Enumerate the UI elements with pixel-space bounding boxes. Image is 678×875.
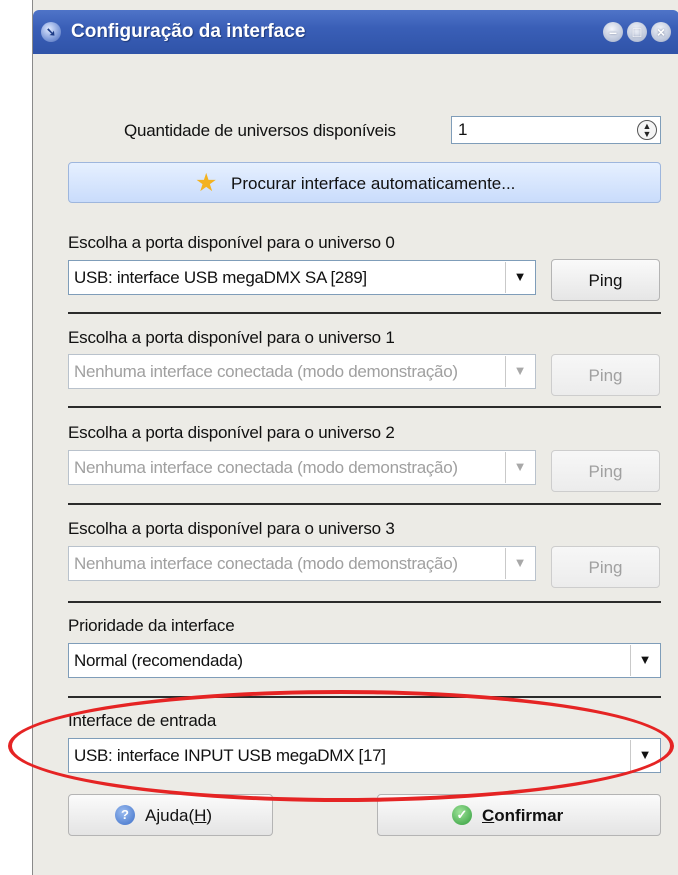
help-icon: ? bbox=[115, 805, 135, 825]
search-button-label: Procurar interface automaticamente... bbox=[231, 174, 516, 193]
port-label-universe-2: Escolha a porta disponível para o univer… bbox=[68, 423, 395, 442]
star-icon: ★ bbox=[195, 169, 218, 197]
universes-value[interactable]: 1 bbox=[458, 120, 467, 140]
universes-spinner[interactable]: 1 ▲ ▼ bbox=[451, 116, 661, 144]
chevron-down-icon[interactable]: ▼ bbox=[630, 740, 659, 771]
chevron-down-icon[interactable]: ▼ bbox=[630, 645, 659, 676]
input-select[interactable]: USB: interface INPUT USB megaDMX [17] ▼ bbox=[68, 738, 661, 773]
close-icon: × bbox=[656, 24, 666, 40]
help-button[interactable]: ? Ajuda(H) bbox=[68, 794, 273, 836]
priority-select[interactable]: Normal (recomendada) ▼ bbox=[68, 643, 661, 678]
input-value: USB: interface INPUT USB megaDMX [17] bbox=[74, 746, 386, 765]
ping-button-universe-1[interactable]: Ping bbox=[551, 354, 660, 396]
universes-label: Quantidade de universos disponíveis bbox=[124, 121, 396, 140]
priority-label: Prioridade da interface bbox=[68, 616, 235, 635]
confirm-button-label: Confirmar bbox=[482, 806, 564, 825]
divider bbox=[68, 601, 661, 603]
config-window: ➘ Configuração da interface – □ × Quanti… bbox=[32, 0, 678, 875]
ping-button-universe-2[interactable]: Ping bbox=[551, 450, 660, 492]
maximize-button[interactable]: □ bbox=[627, 22, 647, 42]
chevron-down-icon[interactable]: ▼ bbox=[505, 452, 534, 483]
priority-value: Normal (recomendada) bbox=[74, 651, 243, 670]
port-label-universe-0: Escolha a porta disponível para o univer… bbox=[68, 233, 395, 252]
ping-button-universe-3[interactable]: Ping bbox=[551, 546, 660, 588]
title-bar[interactable]: ➘ Configuração da interface – □ × bbox=[33, 10, 678, 54]
chevron-down-icon[interactable]: ▼ bbox=[505, 262, 534, 293]
check-icon: ✓ bbox=[452, 805, 472, 825]
search-interface-button[interactable]: ★ Procurar interface automaticamente... bbox=[68, 162, 661, 203]
spinner-arrows-icon[interactable]: ▲ ▼ bbox=[637, 120, 657, 140]
port-value-universe-1: Nenhuma interface conectada (modo demons… bbox=[74, 362, 458, 381]
port-value-universe-2: Nenhuma interface conectada (modo demons… bbox=[74, 458, 458, 477]
chevron-down-icon[interactable]: ▼ bbox=[505, 356, 534, 387]
divider bbox=[68, 503, 661, 505]
ping-button-universe-0[interactable]: Ping bbox=[551, 259, 660, 301]
port-value-universe-3: Nenhuma interface conectada (modo demons… bbox=[74, 554, 458, 573]
minimize-button[interactable]: – bbox=[603, 22, 623, 42]
maximize-icon: □ bbox=[632, 24, 642, 40]
port-select-universe-3[interactable]: Nenhuma interface conectada (modo demons… bbox=[68, 546, 536, 581]
window-title: Configuração da interface bbox=[71, 21, 306, 42]
input-label: Interface de entrada bbox=[68, 711, 217, 730]
port-label-universe-1: Escolha a porta disponível para o univer… bbox=[68, 328, 395, 347]
divider bbox=[68, 696, 661, 698]
port-select-universe-0[interactable]: USB: interface USB megaDMX SA [289] ▼ bbox=[68, 260, 536, 295]
app-icon: ➘ bbox=[41, 22, 61, 42]
minimize-icon: – bbox=[609, 24, 617, 40]
divider bbox=[68, 312, 661, 314]
chevron-down-icon[interactable]: ▼ bbox=[505, 548, 534, 579]
port-value-universe-0: USB: interface USB megaDMX SA [289] bbox=[74, 268, 367, 287]
divider bbox=[68, 406, 661, 408]
help-button-label: Ajuda(H) bbox=[145, 806, 213, 825]
port-select-universe-2[interactable]: Nenhuma interface conectada (modo demons… bbox=[68, 450, 536, 485]
port-select-universe-1[interactable]: Nenhuma interface conectada (modo demons… bbox=[68, 354, 536, 389]
close-button[interactable]: × bbox=[651, 22, 671, 42]
confirm-button[interactable]: ✓ Confirmar bbox=[377, 794, 661, 836]
port-label-universe-3: Escolha a porta disponível para o univer… bbox=[68, 519, 395, 538]
